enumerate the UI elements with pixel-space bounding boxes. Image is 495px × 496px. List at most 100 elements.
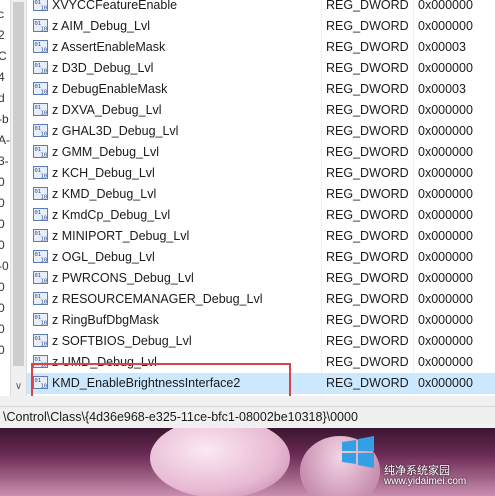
registry-value-row[interactable]: 01 10 z SOFTBIOS_Debug_Lvl REG_DWORD 0x00000… bbox=[27, 331, 495, 352]
svg-text:10: 10 bbox=[41, 132, 48, 138]
value-name-label: z AssertEnableMask bbox=[52, 40, 166, 54]
registry-dword-icon: 01 10 bbox=[33, 39, 48, 54]
tree-item-fragment[interactable]: 4 bbox=[0, 67, 10, 87]
value-type-cell: REG_DWORD bbox=[326, 166, 409, 180]
registry-value-row[interactable]: 01 10 z AIM_Debug_Lvl REG_DWORD 0x000000 bbox=[27, 16, 495, 37]
registry-value-row[interactable]: 01 10 z UMD_Debug_Lvl REG_DWORD 0x000000 bbox=[27, 352, 495, 373]
registry-dword-icon: 01 10 bbox=[33, 228, 48, 243]
tree-item-fragment[interactable]: c bbox=[0, 4, 10, 24]
tree-item-fragment[interactable]: C bbox=[0, 46, 10, 66]
tree-item-fragment[interactable]: 2 bbox=[0, 25, 10, 45]
registry-values-list[interactable]: 01 10 XVYCCFeatureEnable REG_DWORD 0x000000 0… bbox=[27, 0, 495, 396]
svg-text:10: 10 bbox=[41, 342, 48, 348]
registry-tree-pane[interactable]: c2C4d-bA-3-0000-00000 bbox=[0, 0, 10, 396]
value-name-cell: 01 10 z PWRCONS_Debug_Lvl bbox=[33, 268, 194, 289]
value-name-label: z AIM_Debug_Lvl bbox=[52, 19, 150, 33]
value-type-cell: REG_DWORD bbox=[326, 208, 409, 222]
value-type-cell: REG_DWORD bbox=[326, 19, 409, 33]
svg-text:10: 10 bbox=[41, 153, 48, 159]
tree-item-fragment[interactable]: 0 bbox=[0, 298, 10, 318]
value-data-cell: 0x000000 bbox=[418, 250, 473, 264]
value-name-cell: 01 10 z OGL_Debug_Lvl bbox=[33, 247, 155, 268]
registry-value-row[interactable]: 01 10 z PWRCONS_Debug_Lvl REG_DWORD 0x000000 bbox=[27, 268, 495, 289]
registry-value-row[interactable]: 01 10 z MINIPORT_Debug_Lvl REG_DWORD 0x00000… bbox=[27, 226, 495, 247]
registry-value-row[interactable]: 01 10 KMD_EnableBrightnessInterface2 REG_DW… bbox=[27, 373, 495, 394]
tree-item-fragment[interactable]: 0 bbox=[0, 277, 10, 297]
registry-value-row[interactable]: 01 10 z D3D_Debug_Lvl REG_DWORD 0x000000 bbox=[27, 58, 495, 79]
registry-value-row[interactable]: 01 10 z KCH_Debug_Lvl REG_DWORD 0x000000 bbox=[27, 163, 495, 184]
svg-text:10: 10 bbox=[41, 384, 48, 390]
registry-dword-icon: 01 10 bbox=[33, 144, 48, 159]
svg-text:10: 10 bbox=[41, 300, 48, 306]
value-name-cell: 01 10 z GHAL3D_Debug_Lvl bbox=[33, 121, 178, 142]
tree-item-fragment[interactable]: -b bbox=[0, 109, 10, 129]
value-name-cell: 01 10 z KmdCp_Debug_Lvl bbox=[33, 205, 170, 226]
watermark-url: www.yidaimei.com bbox=[384, 476, 467, 487]
registry-value-row[interactable]: 01 10 z KMD_Debug_Lvl REG_DWORD 0x000000 bbox=[27, 184, 495, 205]
svg-text:10: 10 bbox=[41, 69, 48, 75]
tree-item-fragment[interactable]: 0 bbox=[0, 319, 10, 339]
tree-item-fragment[interactable]: 0 bbox=[0, 172, 10, 192]
value-data-cell: 0x000000 bbox=[418, 124, 473, 138]
value-data-cell: 0x000000 bbox=[418, 313, 473, 327]
value-data-cell: 0x000000 bbox=[418, 145, 473, 159]
value-name-label: z RESOURCEMANAGER_Debug_Lvl bbox=[52, 292, 263, 306]
value-data-cell: 0x000000 bbox=[418, 187, 473, 201]
value-name-label: z D3D_Debug_Lvl bbox=[52, 61, 154, 75]
svg-text:10: 10 bbox=[41, 321, 48, 327]
value-type-cell: REG_DWORD bbox=[326, 145, 409, 159]
value-name-label: XVYCCFeatureEnable bbox=[52, 0, 178, 12]
registry-value-row[interactable]: 01 10 z AssertEnableMask REG_DWORD 0x00003 bbox=[27, 37, 495, 58]
status-bar: \Control\Class\{4d36e968-e325-11ce-bfc1-… bbox=[0, 406, 495, 428]
registry-value-row[interactable]: 01 10 z KmdCp_Debug_Lvl REG_DWORD 0x000000 bbox=[27, 205, 495, 226]
tree-item-fragment[interactable]: -0 bbox=[0, 256, 10, 276]
svg-text:10: 10 bbox=[41, 27, 48, 33]
svg-text:10: 10 bbox=[41, 363, 48, 369]
value-type-cell: REG_DWORD bbox=[326, 40, 409, 54]
registry-value-row[interactable]: 01 10 z RingBufDbgMask REG_DWORD 0x000000 bbox=[27, 310, 495, 331]
svg-text:10: 10 bbox=[41, 48, 48, 54]
tree-item-fragment[interactable]: d bbox=[0, 88, 10, 108]
value-data-cell: 0x000000 bbox=[418, 61, 473, 75]
value-data-cell: 0x000000 bbox=[418, 0, 473, 12]
svg-text:10: 10 bbox=[41, 216, 48, 222]
value-data-cell: 0x000000 bbox=[418, 271, 473, 285]
value-name-label: z PWRCONS_Debug_Lvl bbox=[52, 271, 194, 285]
value-name-cell: 01 10 z GMM_Debug_Lvl bbox=[33, 142, 159, 163]
value-name-label: z RingBufDbgMask bbox=[52, 313, 159, 327]
svg-text:10: 10 bbox=[41, 111, 48, 117]
registry-value-row[interactable]: 01 10 z GHAL3D_Debug_Lvl REG_DWORD 0x000000 bbox=[27, 121, 495, 142]
tree-scrollbar-thumb[interactable] bbox=[13, 2, 24, 366]
value-type-cell: REG_DWORD bbox=[326, 313, 409, 327]
tree-item-fragment[interactable]: 0 bbox=[0, 214, 10, 234]
tree-item-fragment[interactable]: 0 bbox=[0, 235, 10, 255]
tree-item-fragment[interactable]: 0 bbox=[0, 193, 10, 213]
registry-dword-icon: 01 10 bbox=[33, 312, 48, 327]
registry-value-row[interactable]: 01 10 z RESOURCEMANAGER_Debug_Lvl REG_DWORD… bbox=[27, 289, 495, 310]
registry-dword-icon: 01 10 bbox=[33, 291, 48, 306]
svg-text:10: 10 bbox=[41, 6, 48, 12]
value-name-cell: 01 10 z MINIPORT_Debug_Lvl bbox=[33, 226, 189, 247]
value-name-cell: 01 10 z KCH_Debug_Lvl bbox=[33, 163, 155, 184]
value-name-cell: 01 10 z RingBufDbgMask bbox=[33, 310, 159, 331]
value-name-label: z DXVA_Debug_Lvl bbox=[52, 103, 162, 117]
svg-text:10: 10 bbox=[41, 237, 48, 243]
registry-value-row[interactable]: 01 10 z OGL_Debug_Lvl REG_DWORD 0x000000 bbox=[27, 247, 495, 268]
registry-value-row[interactable]: 01 10 z GMM_Debug_Lvl REG_DWORD 0x000000 bbox=[27, 142, 495, 163]
tree-item-fragment[interactable]: A- bbox=[0, 130, 10, 150]
value-data-cell: 0x000000 bbox=[418, 208, 473, 222]
value-name-label: z KmdCp_Debug_Lvl bbox=[52, 208, 171, 222]
registry-value-row[interactable]: 01 10 z DebugEnableMask REG_DWORD 0x00003 bbox=[27, 79, 495, 100]
value-data-cell: 0x000000 bbox=[418, 376, 473, 390]
value-data-cell: 0x00003 bbox=[418, 40, 466, 54]
tree-item-fragment[interactable]: 3- bbox=[0, 151, 10, 171]
registry-value-row[interactable]: 01 10 z DXVA_Debug_Lvl REG_DWORD 0x000000 bbox=[27, 100, 495, 121]
value-name-cell: 01 10 z AIM_Debug_Lvl bbox=[33, 16, 150, 37]
value-name-cell: 01 10 z DebugEnableMask bbox=[33, 79, 167, 100]
registry-value-row[interactable]: 01 10 XVYCCFeatureEnable REG_DWORD 0x000000 bbox=[27, 0, 495, 16]
value-data-cell: 0x000000 bbox=[418, 334, 473, 348]
tree-item-fragment[interactable]: 0 bbox=[0, 340, 10, 360]
svg-text:10: 10 bbox=[41, 258, 48, 264]
scroll-down-arrow-icon[interactable]: ∨ bbox=[11, 380, 26, 394]
tree-scrollbar[interactable]: ∨ bbox=[10, 0, 27, 396]
